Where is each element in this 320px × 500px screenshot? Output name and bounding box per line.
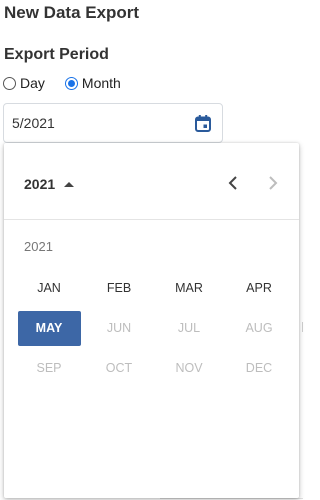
background-line — [160, 498, 303, 499]
month-aug: AUG — [224, 308, 294, 348]
radio-month-label: Month — [81, 75, 121, 91]
month-mar[interactable]: MAR — [154, 268, 224, 308]
month-label: SEP — [36, 361, 62, 375]
month-dec: DEC — [224, 348, 294, 388]
month-label: DEC — [245, 361, 273, 375]
month-label: JAN — [37, 281, 61, 295]
month-label: OCT — [105, 361, 133, 375]
month-oct: OCT — [84, 348, 154, 388]
background-divider — [300, 322, 303, 332]
month-label: JUN — [106, 321, 132, 335]
month-label: FEB — [106, 281, 132, 295]
date-input-value[interactable]: 5/2021 — [4, 115, 192, 131]
page-title: New Data Export — [4, 3, 140, 22]
month-label: JUL — [177, 321, 201, 335]
month-jan[interactable]: JAN — [14, 268, 84, 308]
month-sep: SEP — [14, 348, 84, 388]
month-date-input[interactable]: 5/2021 — [3, 103, 223, 143]
month-feb[interactable]: FEB — [84, 268, 154, 308]
radio-day-circle[interactable] — [3, 76, 16, 90]
chevron-right-icon[interactable] — [264, 174, 282, 192]
period-radio-group: Day Month — [3, 75, 141, 91]
calendar-icon[interactable] — [192, 112, 214, 134]
month-may[interactable]: MAY — [14, 308, 84, 348]
month-label: MAY — [17, 310, 81, 346]
month-grid: JAN FEB MAR APR MAY JUN JUL AUG SEP OCT … — [14, 268, 294, 388]
radio-month-circle[interactable] — [64, 76, 78, 90]
month-label: AUG — [245, 321, 273, 335]
month-label: APR — [246, 281, 272, 295]
caret-up-icon — [64, 181, 75, 187]
month-jul: JUL — [154, 308, 224, 348]
chevron-left-icon[interactable] — [224, 174, 242, 192]
radio-day[interactable]: Day — [3, 75, 45, 91]
month-label: NOV — [175, 361, 203, 375]
month-jun: JUN — [84, 308, 154, 348]
radio-month[interactable]: Month — [64, 75, 121, 91]
export-period-heading: Export Period — [4, 46, 109, 63]
month-label: MAR — [175, 281, 203, 295]
month-picker-popup: 2021 2021 JAN FEB MAR APR MAY JUN JUL AU… — [4, 143, 299, 498]
month-apr[interactable]: APR — [224, 268, 294, 308]
year-label: 2021 — [24, 239, 53, 254]
picker-header: 2021 — [4, 143, 299, 220]
year-toggle-button[interactable]: 2021 — [24, 176, 75, 192]
picker-header-year: 2021 — [24, 176, 56, 192]
month-nov: NOV — [154, 348, 224, 388]
radio-day-label: Day — [20, 75, 45, 91]
